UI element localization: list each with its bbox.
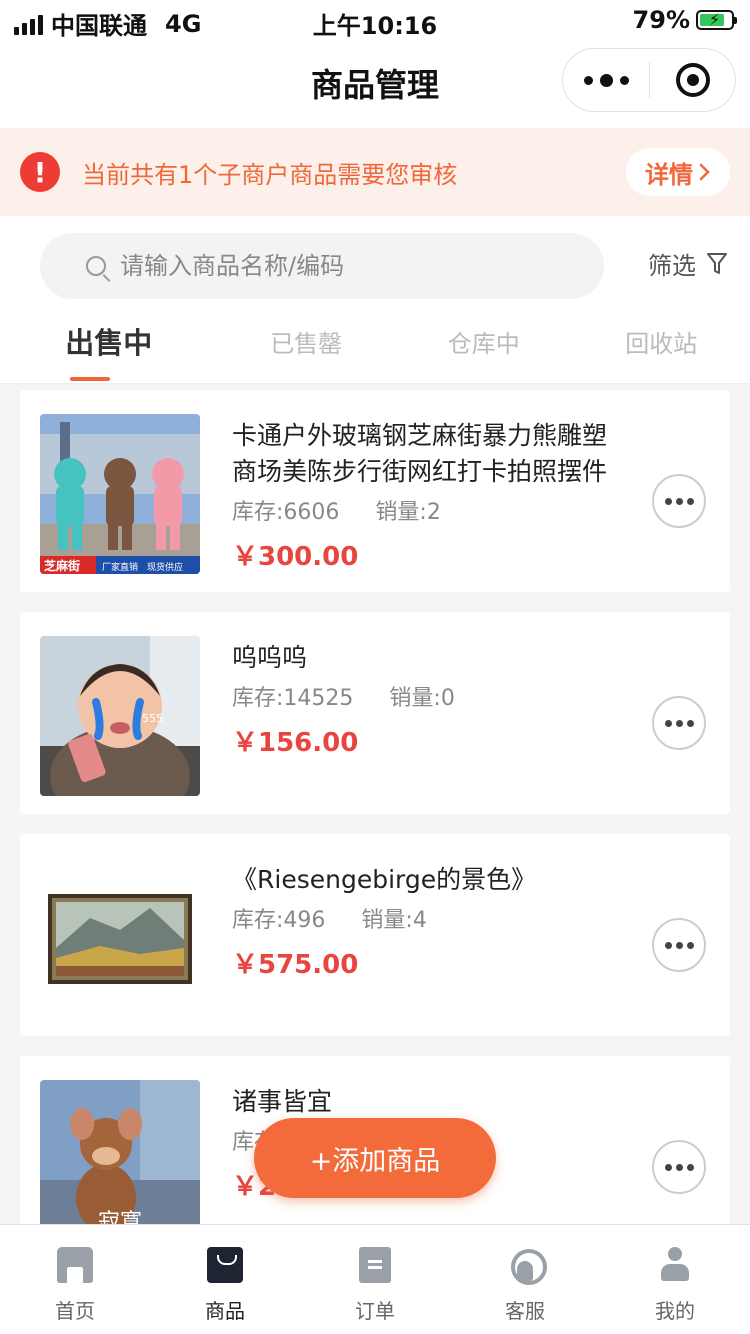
tab-recycle-bin[interactable]: 回收站	[572, 316, 750, 383]
dot-icon	[664, 1163, 672, 1171]
product-thumbnail: 芝麻街 厂家直销 现货供应	[40, 414, 200, 574]
product-thumbnail	[40, 858, 200, 1018]
thumbnail-caption: 555	[142, 712, 163, 725]
tabbar-label: 商品	[205, 1299, 245, 1323]
product-card[interactable]: 555 呜呜呜 库存:14525 销量:0 ￥156.00	[20, 612, 730, 814]
product-more-button[interactable]	[652, 918, 706, 972]
search-box[interactable]	[40, 233, 604, 299]
product-name: 卡通户外玻璃钢芝麻街暴力熊雕塑商场美陈步行街网红打卡拍照摆件	[232, 421, 608, 486]
thumbnail-caption: 寂寞	[98, 1210, 143, 1224]
user-icon	[657, 1247, 693, 1283]
service-icon	[507, 1247, 547, 1285]
tabbar-item-products[interactable]: 商品	[150, 1225, 300, 1334]
status-tabs: 出售中 已售罄 仓库中 回收站	[0, 316, 750, 384]
product-thumbnail: 寂寞	[40, 1080, 200, 1224]
product-price: ￥300.00	[232, 542, 359, 572]
product-list: 芝麻街 厂家直销 现货供应 卡通户外玻璃钢芝麻街暴力熊雕塑商场美陈步行街网红打卡…	[0, 388, 750, 1224]
product-meta: 库存:496 销量:4	[232, 902, 622, 934]
product-meta: 库存:6606 销量:2	[232, 494, 622, 526]
notice-text: 当前共有1个子商户商品需要您审核	[82, 160, 458, 189]
status-bar: 中国联通 4G 上午10:16 79% ⚡	[0, 0, 750, 40]
miniapp-capsule	[562, 48, 736, 112]
details-label: 详情	[645, 160, 693, 189]
product-name: 呜呜呜	[232, 643, 308, 672]
nav-bar: 商品管理	[0, 40, 750, 128]
product-sales: 销量:2	[375, 500, 441, 525]
product-sales: 销量:4	[361, 908, 427, 933]
product-more-button[interactable]	[652, 1140, 706, 1194]
dot-icon	[686, 497, 694, 505]
dot-icon	[686, 1163, 694, 1171]
dot-icon	[686, 941, 694, 949]
more-options-button[interactable]	[563, 48, 649, 112]
target-icon	[675, 63, 710, 97]
product-info: 卡通户外玻璃钢芝麻街暴力熊雕塑商场美陈步行街网红打卡拍照摆件 库存:6606 销…	[232, 418, 622, 573]
search-icon	[86, 256, 106, 276]
order-icon	[359, 1247, 391, 1283]
product-info: 《Riesengebirge的景色》 库存:496 销量:4 ￥575.00	[232, 862, 622, 981]
dot-icon	[664, 497, 672, 505]
tabbar-item-mine[interactable]: 我的	[600, 1225, 750, 1334]
tabbar-label: 客服	[505, 1299, 545, 1323]
tabbar-item-home[interactable]: 首页	[0, 1225, 150, 1334]
search-input[interactable]	[120, 252, 560, 280]
product-sales: 销量:0	[389, 686, 455, 711]
tab-on-sale[interactable]: 出售中	[0, 316, 217, 383]
thumbnail-caption: 芝麻街	[44, 559, 81, 573]
dot-icon	[675, 719, 683, 727]
tabbar-label: 首页	[55, 1299, 95, 1323]
dot-icon	[599, 73, 613, 87]
tab-label: 出售中	[65, 326, 153, 360]
chevron-right-icon	[699, 163, 710, 181]
product-stock: 库存:14525	[232, 686, 354, 711]
product-stock: 库存:6606	[232, 500, 340, 525]
dot-icon	[664, 941, 672, 949]
bag-icon	[207, 1247, 243, 1283]
dot-icon	[675, 497, 683, 505]
product-meta: 库存:14525 销量:0	[232, 680, 622, 712]
dot-icon	[619, 75, 629, 85]
dot-icon	[664, 719, 672, 727]
tabbar-item-service[interactable]: 客服	[450, 1225, 600, 1334]
tabbar-item-orders[interactable]: 订单	[300, 1225, 450, 1334]
dot-icon	[675, 1163, 683, 1171]
tab-label: 已售罄	[270, 330, 343, 358]
product-price: ￥575.00	[232, 950, 359, 980]
filter-label: 筛选	[648, 252, 696, 280]
tabbar-label: 订单	[355, 1299, 395, 1323]
tab-warehouse[interactable]: 仓库中	[395, 316, 573, 383]
product-card[interactable]: 《Riesengebirge的景色》 库存:496 销量:4 ￥575.00	[20, 834, 730, 1036]
close-miniapp-button[interactable]	[650, 63, 735, 97]
search-area: 筛选	[0, 216, 750, 316]
product-price: ￥156.00	[232, 728, 359, 758]
product-more-button[interactable]	[652, 474, 706, 528]
filter-button[interactable]: 筛选	[648, 246, 728, 281]
add-product-button[interactable]: +添加商品	[254, 1118, 496, 1198]
dot-icon	[686, 719, 694, 727]
product-thumbnail: 555	[40, 636, 200, 796]
dot-icon	[583, 75, 593, 85]
alert-icon: !	[20, 152, 60, 192]
product-more-button[interactable]	[652, 696, 706, 750]
tab-label: 仓库中	[447, 330, 520, 358]
product-stock: 库存:496	[232, 908, 326, 933]
product-info: 呜呜呜 库存:14525 销量:0 ￥156.00	[232, 640, 622, 759]
funnel-icon	[707, 252, 727, 274]
tab-sold-out[interactable]: 已售罄	[217, 316, 395, 383]
review-notice-banner: ! 当前共有1个子商户商品需要您审核 详情	[0, 128, 750, 216]
battery-percent: 79%	[632, 6, 690, 34]
product-card[interactable]: 芝麻街 厂家直销 现货供应 卡通户外玻璃钢芝麻街暴力熊雕塑商场美陈步行街网红打卡…	[20, 390, 730, 592]
bottom-tab-bar: 首页 商品 订单 客服 我的	[0, 1224, 750, 1334]
dot-icon	[675, 941, 683, 949]
status-right: 79% ⚡	[632, 6, 737, 34]
product-name: 《Riesengebirge的景色》	[232, 865, 537, 894]
product-name: 诸事皆宜	[232, 1087, 333, 1116]
thumbnail-tags: 厂家直销 现货供应	[102, 563, 184, 573]
tab-label: 回收站	[625, 330, 698, 358]
tabbar-label: 我的	[655, 1299, 695, 1323]
home-icon	[57, 1247, 93, 1283]
battery-icon: ⚡	[696, 10, 737, 30]
details-button[interactable]: 详情	[626, 148, 730, 196]
